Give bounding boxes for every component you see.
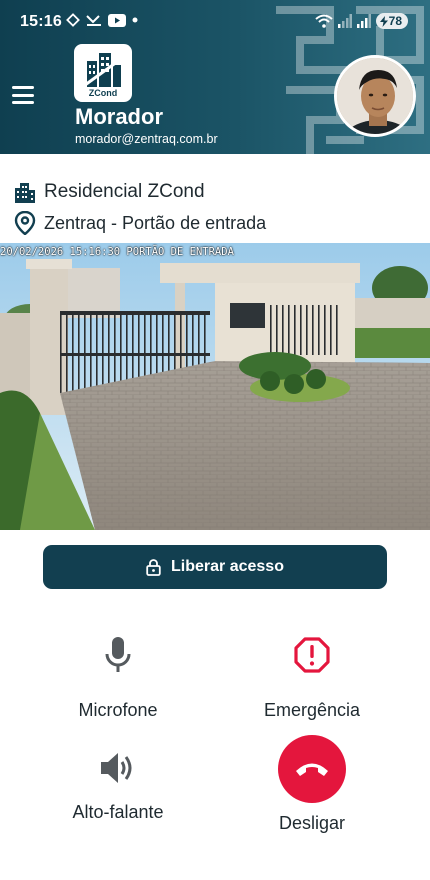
emergency-icon-wrap — [294, 632, 330, 678]
menu-icon-bar — [12, 86, 34, 89]
microphone-button[interactable]: Microfone — [38, 632, 198, 721]
camera-timestamp: 20/02/2026 15:16:30 PORTÃO DE ENTRADA — [0, 246, 234, 258]
lock-icon — [146, 558, 161, 576]
microphone-icon — [105, 637, 131, 672]
camera-image — [0, 243, 430, 530]
nav-diamond-icon — [66, 13, 80, 27]
user-email: morador@zentraq.com.br — [75, 132, 218, 146]
menu-icon-bar — [12, 93, 34, 97]
menu-icon-bar — [12, 101, 34, 104]
building-logo-icon — [84, 53, 122, 87]
gate-name: Zentraq - Portão de entrada — [44, 212, 267, 233]
signal-1-icon — [337, 14, 352, 28]
condominium-name: Residencial ZCond — [44, 181, 205, 202]
microphone-label: Microfone — [78, 700, 158, 720]
microphone-icon-wrap — [104, 632, 132, 678]
signal-2-icon — [356, 14, 371, 28]
emergency-label: Emergência — [263, 700, 361, 720]
hangup-circle — [278, 735, 346, 803]
status-system-icons: 78 — [314, 13, 408, 29]
camera-feed[interactable]: 20/02/2026 15:16:30 PORTÃO DE ENTRADA — [0, 243, 430, 530]
battery-indicator: 78 — [375, 13, 408, 29]
hangup-phone-icon — [296, 763, 328, 776]
hangup-button[interactable]: Desligar — [232, 735, 392, 834]
emergency-button[interactable]: Emergência — [232, 632, 392, 721]
status-notifications — [66, 13, 138, 27]
missed-call-icon — [86, 15, 101, 26]
speaker-icon-wrap — [100, 746, 136, 790]
speaker-label: Alto-falante — [72, 802, 164, 822]
location-pin-icon — [14, 211, 36, 235]
speaker-button[interactable]: Alto-falante — [38, 746, 198, 823]
emergency-octagon-icon — [294, 637, 330, 673]
menu-button[interactable] — [12, 84, 36, 106]
logo-text: ZCond — [88, 88, 118, 98]
wifi-icon — [314, 14, 333, 28]
status-time: 15:16 — [20, 13, 62, 30]
app-header: 15:16 78 ZCond Morador morador@zentraq.c… — [0, 0, 430, 154]
youtube-icon — [108, 13, 126, 27]
avatar[interactable] — [334, 55, 416, 137]
dot-icon — [132, 17, 138, 23]
release-access-button[interactable]: Liberar acesso — [43, 545, 387, 589]
status-bar: 15:16 78 — [0, 0, 430, 44]
building-icon — [15, 183, 35, 203]
battery-level: 78 — [388, 14, 402, 28]
charging-icon — [379, 15, 388, 27]
user-role: Morador — [75, 104, 163, 129]
speaker-icon — [101, 753, 132, 783]
app-logo: ZCond — [74, 44, 132, 102]
hangup-label: Desligar — [278, 813, 346, 833]
release-access-label: Liberar acesso — [171, 558, 284, 575]
gate-row: Zentraq - Portão de entrada — [14, 211, 266, 235]
condominium-row: Residencial ZCond — [14, 181, 205, 203]
